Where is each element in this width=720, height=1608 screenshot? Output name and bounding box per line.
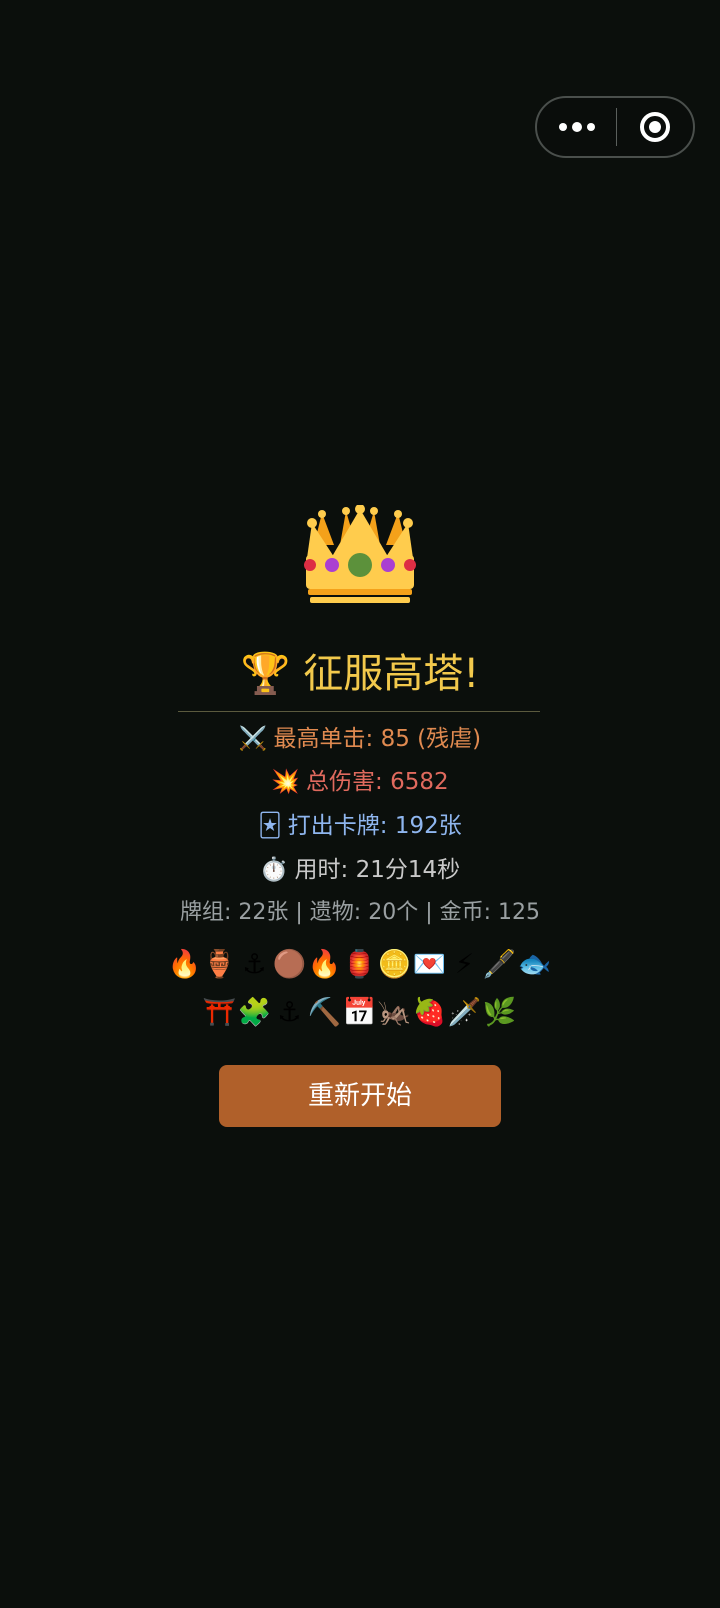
fire-icon: 🔥 <box>167 949 203 980</box>
puzzle-piece-icon: 🧩 <box>237 997 273 1028</box>
anchor-icon: ⚓ <box>277 997 303 1028</box>
close-miniprogram-button[interactable] <box>617 98 693 156</box>
crossed-swords-icon: ⚔️ <box>238 726 268 752</box>
page-title: 🏆 征服高塔! <box>0 648 720 700</box>
run-summary: 牌组: 22张 | 遗物: 20个 | 金币: 125 <box>180 900 540 925</box>
more-button[interactable] <box>537 98 616 156</box>
target-circle-icon <box>640 112 670 142</box>
amphora-icon: 🏺 <box>202 949 238 980</box>
pick-icon: ⛏️ <box>307 997 343 1028</box>
torii-gate-icon: ⛩️ <box>202 997 238 1028</box>
total-damage-text: 总伤害: 6582 <box>306 769 449 795</box>
herb-icon: 🌿 <box>482 997 518 1028</box>
cricket-icon: 🦗 <box>377 997 413 1028</box>
title-text: 征服高塔! <box>303 651 480 697</box>
victory-screen: 🏆 征服高塔! ⚔️ 最高单击: 85 (残虐) 💥 总伤害: 6582 🃏 打出卡牌… <box>0 0 720 1608</box>
brown-circle-icon: 🟤 <box>272 949 308 980</box>
fountain-pen-icon: 🖋️ <box>482 949 518 980</box>
joker-card-icon: 🃏 <box>258 813 282 839</box>
coin-icon: 🪙 <box>377 949 413 980</box>
max-hit-text: 最高单击: 85 (残虐) <box>273 726 482 752</box>
explosion-icon: 💥 <box>271 769 301 795</box>
fish-icon: 🐟 <box>517 949 553 980</box>
restart-button[interactable]: 重新开始 <box>219 1065 501 1127</box>
stopwatch-icon: ⏱️ <box>259 857 289 883</box>
anchor-icon: ⚓ <box>242 949 268 980</box>
cards-played-stat: 🃏 打出卡牌: 192张 <box>0 811 720 841</box>
time-used-stat: ⏱️ 用时: 21分14秒 <box>0 855 720 885</box>
relic-row-2: ⛩️🧩 ⚓ ⛏️📅🦗🍓🗡️🌿 <box>0 996 720 1030</box>
strawberry-icon: 🍓 <box>412 997 448 1028</box>
love-letter-icon: 💌 <box>412 949 448 980</box>
miniprogram-capsule <box>535 96 695 158</box>
crown-icon <box>304 505 416 603</box>
dagger-icon: 🗡️ <box>447 997 483 1028</box>
lightning-icon: ⚡ <box>455 949 475 980</box>
total-damage-stat: 💥 总伤害: 6582 <box>0 767 720 797</box>
time-used-text: 用时: 21分14秒 <box>294 857 461 883</box>
lantern-icon: 🏮 <box>342 949 378 980</box>
calendar-icon: 📅 <box>342 997 378 1028</box>
max-hit-stat: ⚔️ 最高单击: 85 (残虐) <box>0 724 720 754</box>
cards-played-text: 打出卡牌: 192张 <box>287 813 462 839</box>
title-divider <box>178 711 540 712</box>
trophy-icon: 🏆 <box>240 651 291 697</box>
more-dots-icon <box>558 122 595 132</box>
relic-row-1: 🔥🏺 ⚓ 🟤🔥🏮🪙💌 ⚡ 🖋️🐟 <box>0 948 720 982</box>
fire-icon: 🔥 <box>307 949 343 980</box>
